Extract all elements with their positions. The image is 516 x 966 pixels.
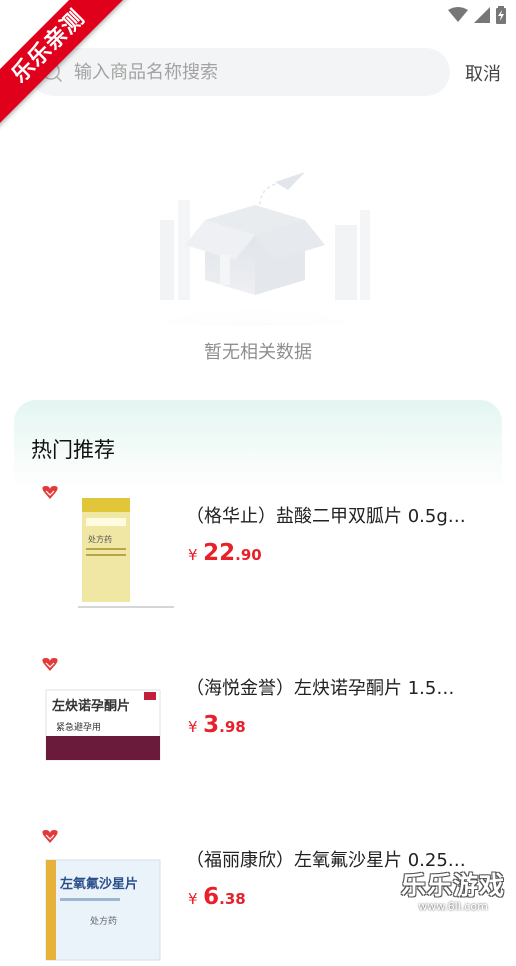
product-image[interactable]: 处方药: [34, 482, 174, 622]
site-watermark: 乐乐游戏 www.6ll.com: [394, 866, 512, 913]
battery-charging-icon: [496, 6, 506, 24]
price-currency: ¥: [188, 890, 198, 908]
wifi-icon: [448, 7, 468, 22]
product-image[interactable]: 左炔诺孕酮片 紧急避孕用: [34, 654, 174, 794]
product-name[interactable]: （格华止）盐酸二甲双胍片 0.5g…: [186, 502, 476, 528]
signal-icon: [474, 7, 490, 23]
search-input[interactable]: [72, 60, 416, 84]
svg-text:处方药: 处方药: [88, 534, 112, 544]
pharmacy-logo-icon: [42, 486, 58, 499]
price-decimal: .38: [219, 890, 246, 908]
empty-box-icon: [115, 172, 395, 325]
price-integer: 3: [203, 712, 220, 738]
product-item[interactable]: 左炔诺孕酮片 紧急避孕用 （海悦金誉）左炔诺孕酮片 1.5… ¥ 3.98: [34, 654, 494, 794]
empty-message: 暂无相关数据: [204, 342, 312, 363]
price-integer: 6: [203, 884, 220, 910]
svg-text:紧急避孕用: 紧急避孕用: [56, 721, 101, 733]
price-currency: ¥: [188, 546, 198, 564]
search-bar[interactable]: [30, 48, 450, 96]
cancel-button[interactable]: 取消: [465, 60, 501, 86]
hot-recommend-title: 热门推荐: [31, 438, 115, 462]
product-price: ¥ 3.98: [188, 712, 246, 738]
price-currency: ¥: [188, 718, 198, 736]
watermark-title: 乐乐游戏: [400, 871, 505, 900]
product-price: ¥ 6.38: [188, 884, 246, 910]
product-price: ¥ 22.90: [188, 540, 262, 566]
pharmacy-logo-icon: [42, 658, 58, 671]
hot-recommend-card: 热门推荐 处方药 （格华止）盐酸二甲双胍片 0.5g… ¥ 22.90 左炔诺孕…: [14, 400, 502, 961]
price-decimal: .98: [219, 718, 246, 736]
svg-text:左氧氟沙星片: 左氧氟沙星片: [60, 876, 138, 892]
product-name[interactable]: （海悦金誉）左炔诺孕酮片 1.5…: [186, 674, 476, 700]
status-icons: [448, 6, 506, 24]
svg-text:左炔诺孕酮片: 左炔诺孕酮片: [52, 698, 130, 714]
pharmacy-logo-icon: [42, 830, 58, 843]
price-decimal: .90: [235, 546, 262, 564]
price-integer: 22: [203, 540, 236, 566]
svg-text:处方药: 处方药: [90, 915, 117, 927]
product-item[interactable]: 处方药 （格华止）盐酸二甲双胍片 0.5g… ¥ 22.90: [34, 482, 494, 622]
product-image[interactable]: 左氧氟沙星片 处方药: [34, 826, 174, 966]
